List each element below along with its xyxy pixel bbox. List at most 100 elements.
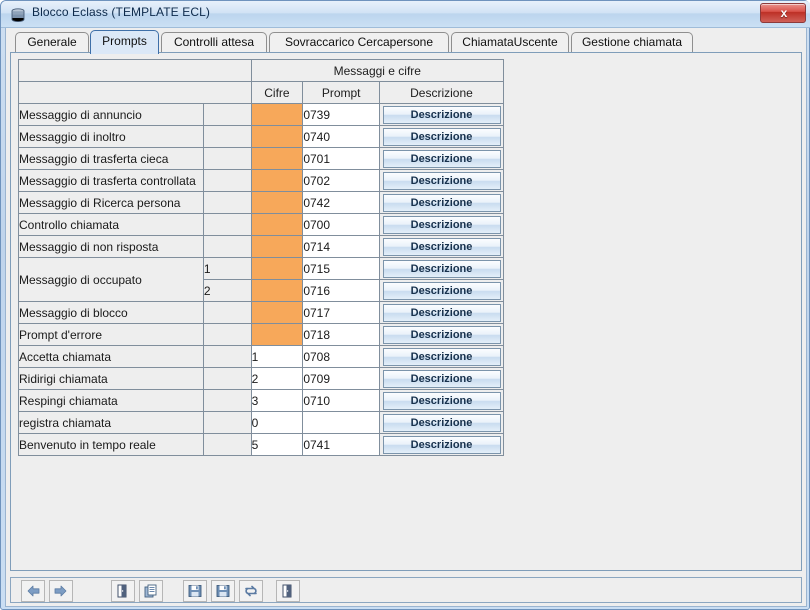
row-label[interactable]: Accetta chiamata (18, 345, 204, 368)
row-sub-index[interactable] (202, 323, 252, 346)
tab-sovraccarico-cercapersone[interactable]: Sovraccarico Cercapersone (269, 32, 449, 52)
row-label[interactable]: Messaggio di annuncio (18, 103, 204, 126)
descrizione-button[interactable]: Descrizione (382, 216, 501, 234)
cell-prompt[interactable]: 0741 (302, 433, 380, 456)
descrizione-button[interactable]: Descrizione (382, 260, 501, 278)
table-row[interactable]: Prompt d'errore 0718 Descrizione (18, 323, 504, 346)
row-label[interactable]: Messaggio di inoltro (18, 125, 204, 148)
table-row[interactable]: Ridirigi chiamata 2 0709 Descrizione (18, 367, 504, 390)
tab-generale[interactable]: Generale (15, 32, 89, 52)
row-label[interactable]: Messaggio di occupato (18, 257, 204, 302)
row-label[interactable]: Messaggio di trasferta cieca (18, 147, 204, 170)
descrizione-button[interactable]: Descrizione (382, 414, 501, 432)
refresh-icon[interactable] (239, 580, 263, 602)
cell-cifre[interactable]: 1 (250, 345, 304, 368)
descrizione-button[interactable]: Descrizione (382, 436, 501, 454)
row-label[interactable]: Prompt d'errore (18, 323, 204, 346)
cell-cifre[interactable] (250, 235, 304, 258)
row-sub-index[interactable]: 2 (202, 279, 252, 302)
descrizione-button[interactable]: Descrizione (382, 106, 501, 124)
row-sub-index[interactable] (202, 125, 252, 148)
row-label[interactable]: registra chiamata (18, 411, 204, 434)
row-sub-index[interactable] (202, 345, 252, 368)
row-label[interactable]: Respingi chiamata (18, 389, 204, 412)
row-label[interactable]: Messaggio di blocco (18, 301, 204, 324)
row-sub-index[interactable] (202, 103, 252, 126)
save-as-icon[interactable] (211, 580, 235, 602)
tab-gestione-chiamata[interactable]: Gestione chiamata (571, 32, 693, 52)
row-sub-index[interactable] (202, 389, 252, 412)
save-icon[interactable] (183, 580, 207, 602)
row-sub-index[interactable]: 1 (202, 257, 252, 280)
tab-prompts[interactable]: Prompts (90, 30, 159, 54)
column-header-cifre[interactable]: Cifre (250, 81, 304, 104)
row-sub-index[interactable] (202, 213, 252, 236)
table-row[interactable]: Messaggio di trasferta cieca 0701 Descrizi… (18, 147, 504, 170)
row-sub-index[interactable] (202, 433, 252, 456)
row-sub-index[interactable] (202, 147, 252, 170)
cell-cifre[interactable] (250, 103, 304, 126)
descrizione-button[interactable]: Descrizione (382, 348, 501, 366)
table-row[interactable]: Messaggio di Ricerca persona 0742 Descrizi… (18, 191, 504, 214)
table-row[interactable]: registra chiamata 0 Descrizione (18, 411, 504, 434)
cell-prompt[interactable]: 0716 (302, 279, 380, 302)
cell-cifre[interactable]: 2 (250, 367, 304, 390)
close-button[interactable]: x (760, 3, 806, 23)
table-row[interactable]: Respingi chiamata 3 0710 Descrizione (18, 389, 504, 412)
cell-cifre[interactable]: 5 (250, 433, 304, 456)
table-row[interactable]: Messaggio di annuncio 0739 Descrizione (18, 103, 504, 126)
descrizione-button[interactable]: Descrizione (382, 282, 501, 300)
cell-cifre[interactable] (250, 125, 304, 148)
table-row[interactable]: Accetta chiamata 1 0708 Descrizione (18, 345, 504, 368)
tab-controlli-attesa[interactable]: Controlli attesa (161, 32, 267, 52)
cell-prompt[interactable]: 0702 (302, 169, 380, 192)
cell-cifre[interactable] (250, 213, 304, 236)
column-header-descrizione[interactable]: Descrizione (379, 81, 504, 104)
cell-prompt[interactable]: 0739 (302, 103, 380, 126)
table-row[interactable]: Controllo chiamata 0700 Descrizione (18, 213, 504, 236)
row-sub-index[interactable] (202, 367, 252, 390)
cell-prompt[interactable]: 0708 (302, 345, 380, 368)
cell-prompt[interactable]: 0742 (302, 191, 380, 214)
cell-prompt[interactable]: 0715 (302, 257, 380, 280)
open-door-icon[interactable] (111, 580, 135, 602)
cell-cifre[interactable] (250, 301, 304, 324)
row-sub-index[interactable] (202, 191, 252, 214)
descrizione-button[interactable]: Descrizione (382, 172, 501, 190)
cell-prompt[interactable] (302, 411, 380, 434)
table-row[interactable]: Messaggio di blocco 0717 Descrizione (18, 301, 504, 324)
cell-prompt[interactable]: 0717 (302, 301, 380, 324)
row-label[interactable]: Messaggio di Ricerca persona (18, 191, 204, 214)
table-row[interactable]: Messaggio di inoltro 0740 Descrizione (18, 125, 504, 148)
cell-prompt[interactable]: 0700 (302, 213, 380, 236)
cell-prompt[interactable]: 0710 (302, 389, 380, 412)
row-sub-index[interactable] (202, 169, 252, 192)
cell-prompt[interactable]: 0701 (302, 147, 380, 170)
row-label[interactable]: Messaggio di non risposta (18, 235, 204, 258)
table-row[interactable]: Benvenuto in tempo reale 5 0741 Descrizione (18, 433, 504, 456)
descrizione-button[interactable]: Descrizione (382, 194, 501, 212)
cell-prompt[interactable]: 0718 (302, 323, 380, 346)
row-sub-index[interactable] (202, 411, 252, 434)
descrizione-button[interactable]: Descrizione (382, 370, 501, 388)
row-label[interactable]: Ridirigi chiamata (18, 367, 204, 390)
copy-pages-icon[interactable] (139, 580, 163, 602)
descrizione-button[interactable]: Descrizione (382, 392, 501, 410)
table-row[interactable]: Messaggio di non risposta 0714 Descrizione (18, 235, 504, 258)
cell-cifre[interactable] (250, 191, 304, 214)
tab-chiamatauscente[interactable]: ChiamataUscente (451, 32, 569, 52)
cell-cifre[interactable]: 0 (250, 411, 304, 434)
exit-door-icon[interactable] (276, 580, 300, 602)
row-sub-index[interactable] (202, 235, 252, 258)
cell-cifre[interactable] (250, 279, 304, 302)
table-row[interactable]: Messaggio di trasferta controllata 0702 De… (18, 169, 504, 192)
cell-cifre[interactable] (250, 169, 304, 192)
descrizione-button[interactable]: Descrizione (382, 150, 501, 168)
cell-cifre[interactable] (250, 323, 304, 346)
descrizione-button[interactable]: Descrizione (382, 238, 501, 256)
cell-cifre[interactable] (250, 257, 304, 280)
row-label[interactable]: Benvenuto in tempo reale (18, 433, 204, 456)
descrizione-button[interactable]: Descrizione (382, 304, 501, 322)
table-row[interactable]: Messaggio di occupato 1 0715 Descrizione (18, 257, 504, 302)
back-arrow-icon[interactable] (21, 580, 45, 602)
